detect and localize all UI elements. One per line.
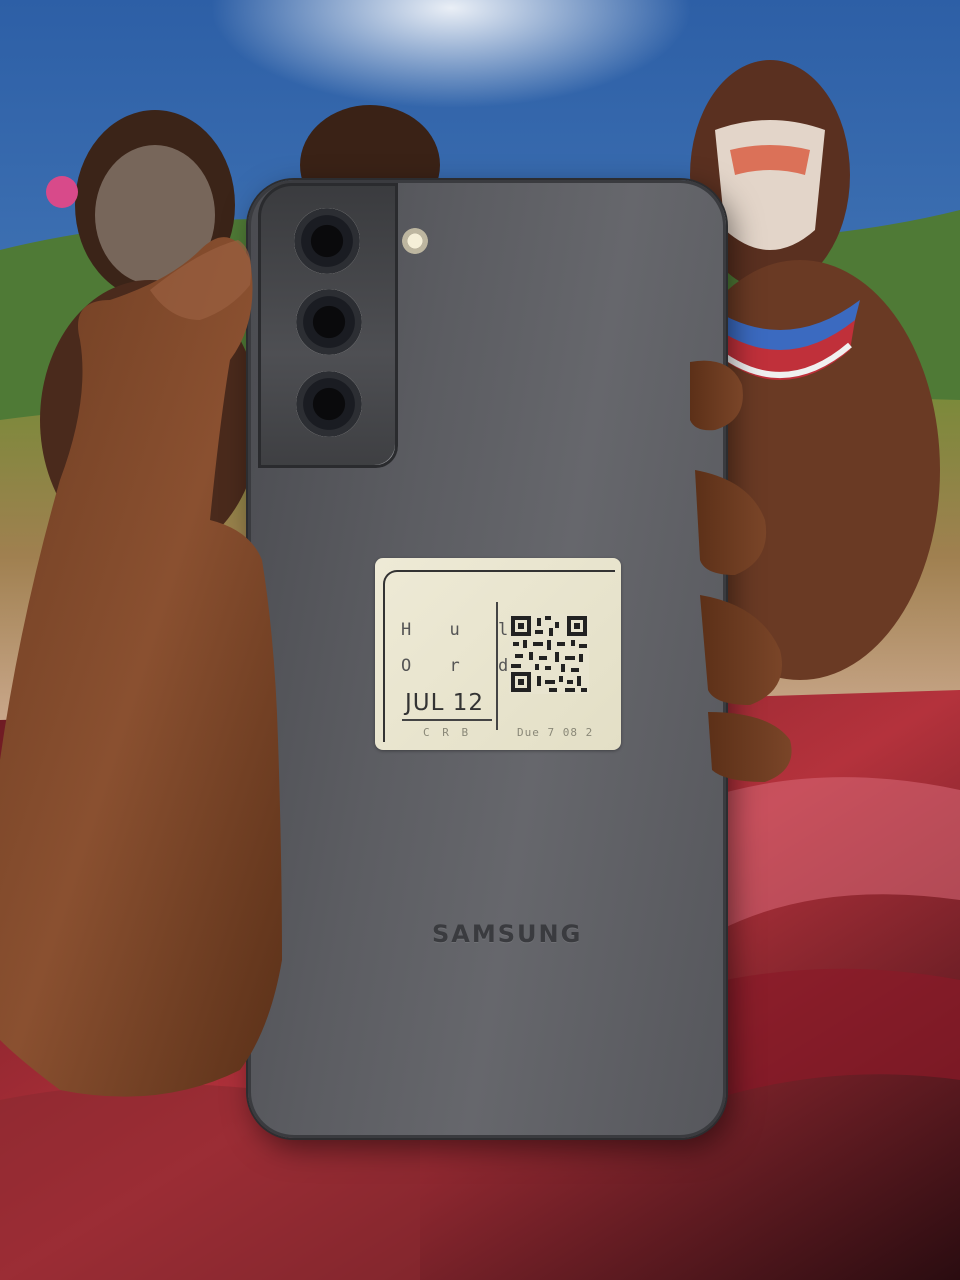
sticker-line-1: H u l [401, 620, 523, 640]
sticker-date: JUL 12 [405, 690, 485, 716]
camera-flash [402, 228, 428, 254]
sticker-footer-right: Due 7 08 2 [517, 726, 594, 739]
camera-lens-bottom [296, 371, 362, 437]
brand-logo-text: SAMSUNG [432, 920, 583, 948]
photo-scene: H u l O r d e JUL 12 C R B Due 7 08 2 SA… [0, 0, 960, 1280]
camera-module [258, 183, 398, 468]
camera-lens-middle [296, 289, 362, 355]
qr-code-icon [509, 614, 589, 694]
sticker-divider [496, 602, 498, 730]
sticker-date-underline [402, 719, 492, 721]
sticker-footer-left: C R B [423, 726, 472, 739]
price-sticker: H u l O r d e JUL 12 C R B Due 7 08 2 [375, 558, 621, 750]
camera-lens-top [294, 208, 360, 274]
